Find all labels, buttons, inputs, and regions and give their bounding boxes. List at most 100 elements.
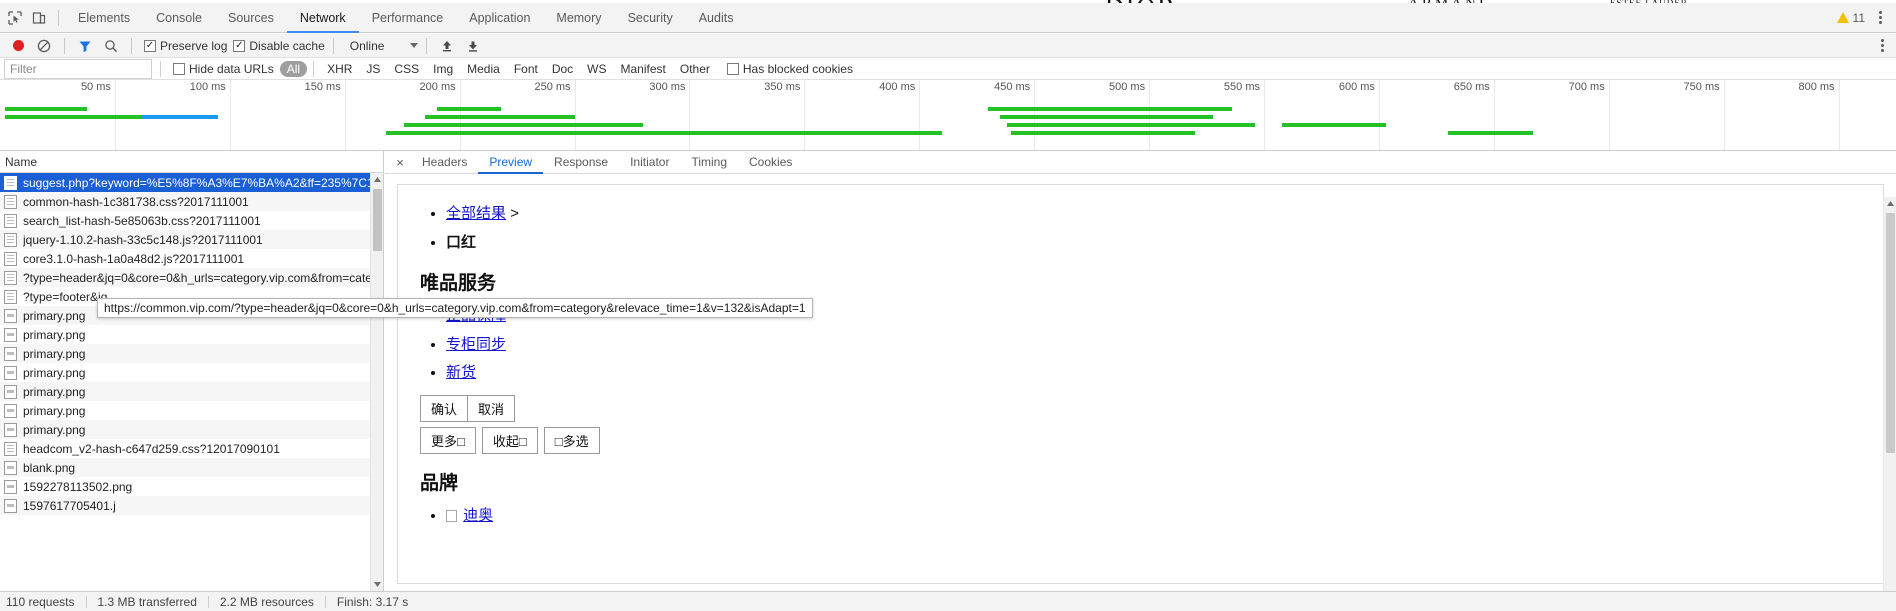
tab-application[interactable]: Application: [456, 3, 543, 33]
timeline-tick-label: 150 ms: [304, 81, 341, 93]
request-list-scrollbar[interactable]: [370, 173, 383, 591]
network-filter-bar: Hide data URLs All XHR JS CSS Img Media …: [0, 58, 1896, 80]
cancel-button[interactable]: 取消: [467, 394, 516, 422]
service-link-new-arrivals[interactable]: 新货: [446, 364, 476, 381]
preserve-log-checkbox[interactable]: Preserve log: [144, 39, 227, 53]
table-row[interactable]: 1597617705401.j: [0, 496, 383, 515]
request-list-header: Name: [0, 151, 383, 173]
kebab-menu-icon[interactable]: [1875, 9, 1886, 26]
detail-tab-headers[interactable]: Headers: [411, 151, 478, 174]
filter-chip-xhr[interactable]: XHR: [320, 61, 359, 77]
filter-chip-other[interactable]: Other: [673, 61, 717, 77]
waterfall-bar-waiting: [386, 131, 943, 135]
filter-chip-all[interactable]: All: [279, 60, 308, 77]
waterfall-bar: [4, 107, 88, 111]
scrollbar-thumb[interactable]: [1886, 213, 1895, 453]
filter-chip-font[interactable]: Font: [507, 61, 545, 77]
waterfall-bar: [4, 115, 219, 119]
more-button[interactable]: 更多□: [420, 426, 476, 454]
request-name: primary.png: [23, 365, 86, 380]
table-row[interactable]: primary.png: [0, 401, 383, 420]
status-transferred: 1.3 MB transferred: [97, 594, 197, 609]
export-har-icon[interactable]: [461, 35, 485, 57]
detail-tab-initiator[interactable]: Initiator: [619, 151, 680, 174]
tab-security[interactable]: Security: [615, 3, 686, 33]
timeline-tick-label: 350 ms: [764, 81, 801, 93]
more-collapse-multiselect-button-row: 更多□ 收起□ □多选: [420, 426, 1883, 454]
table-row[interactable]: common-hash-1c381738.css?2017111001: [0, 192, 383, 211]
service-link-counter-sync[interactable]: 专柜同步: [446, 336, 506, 353]
clear-icon[interactable]: [32, 35, 56, 57]
network-settings-kebab-icon[interactable]: [1877, 37, 1888, 54]
status-divider: [85, 595, 87, 608]
scroll-up-arrow-icon[interactable]: [371, 173, 383, 186]
request-list[interactable]: suggest.php?keyword=%E5%8F%A3%E7%BA%A2&f…: [0, 173, 383, 591]
hide-data-urls-checkbox[interactable]: Hide data URLs: [173, 62, 274, 76]
tab-sources[interactable]: Sources: [215, 3, 287, 33]
inspect-element-icon[interactable]: [6, 9, 24, 27]
waterfall-bar: [988, 107, 1232, 111]
confirm-button[interactable]: 确认: [420, 394, 469, 422]
preview-scrollbar[interactable]: [1883, 197, 1896, 591]
table-row[interactable]: 1592278113502.png: [0, 477, 383, 496]
confirm-cancel-button-row: 确认 取消: [420, 394, 1883, 422]
tab-audits[interactable]: Audits: [686, 3, 747, 33]
waterfall-bar: [1282, 123, 1386, 127]
search-icon[interactable]: [99, 35, 123, 57]
detail-tab-response[interactable]: Response: [543, 151, 619, 174]
stylesheet-icon: [4, 213, 17, 228]
table-row[interactable]: primary.png: [0, 420, 383, 439]
request-name: jquery-1.10.2-hash-33c5c148.js?201711100…: [23, 232, 263, 247]
tab-performance[interactable]: Performance: [359, 3, 457, 33]
devtools-tab-list: Elements Console Sources Network Perform…: [65, 3, 746, 33]
throttling-select[interactable]: Online: [350, 39, 419, 53]
table-row[interactable]: blank.png: [0, 458, 383, 477]
list-item: 专柜同步: [446, 334, 1883, 357]
filter-chip-js[interactable]: JS: [359, 61, 387, 77]
filter-chip-ws[interactable]: WS: [580, 61, 613, 77]
detail-tab-preview[interactable]: Preview: [478, 151, 544, 174]
filter-chip-manifest[interactable]: Manifest: [614, 61, 673, 77]
device-toolbar-icon[interactable]: [30, 9, 48, 27]
import-har-icon[interactable]: [435, 35, 459, 57]
detail-tab-cookies[interactable]: Cookies: [738, 151, 803, 174]
scroll-up-arrow-icon[interactable]: [1884, 197, 1896, 210]
waterfall-bar: [999, 115, 1214, 119]
network-overview-timeline[interactable]: 50 ms 100 ms 150 ms 200 ms 250 ms 300 ms 350 m…: [0, 80, 1896, 151]
table-row[interactable]: search_list-hash-5e85063b.css?2017111001: [0, 211, 383, 230]
table-row[interactable]: jquery-1.10.2-hash-33c5c148.js?201711100…: [0, 230, 383, 249]
table-row[interactable]: primary.png: [0, 363, 383, 382]
collapse-button[interactable]: 收起□: [481, 426, 538, 454]
table-row[interactable]: primary.png: [0, 344, 383, 363]
tab-network[interactable]: Network: [286, 3, 359, 33]
tab-elements[interactable]: Elements: [65, 3, 143, 33]
request-name: primary.png: [23, 327, 86, 342]
table-row[interactable]: ?type=header&jq=0&core=0&h_urls=category…: [0, 268, 383, 287]
detail-tab-timing[interactable]: Timing: [680, 151, 738, 174]
close-icon[interactable]: ×: [389, 151, 411, 173]
disable-cache-checkbox[interactable]: Disable cache: [233, 39, 325, 53]
tab-memory[interactable]: Memory: [543, 3, 614, 33]
filter-chip-css[interactable]: CSS: [387, 61, 426, 77]
filter-chip-doc[interactable]: Doc: [545, 61, 580, 77]
record-icon[interactable]: [6, 35, 30, 57]
has-blocked-cookies-checkbox[interactable]: Has blocked cookies: [726, 62, 853, 76]
table-row[interactable]: core3.1.0-hash-1a0a48d2.js?2017111001: [0, 249, 383, 268]
table-row[interactable]: primary.png: [0, 325, 383, 344]
breadcrumb-link-all[interactable]: 全部结果: [446, 205, 506, 222]
scrollbar-thumb[interactable]: [373, 189, 382, 251]
tab-console[interactable]: Console: [143, 3, 215, 33]
filter-input[interactable]: [4, 58, 152, 79]
filter-funnel-icon[interactable]: [73, 35, 97, 57]
waterfall-bar: [425, 115, 575, 119]
table-row[interactable]: primary.png: [0, 382, 383, 401]
filter-chip-img[interactable]: Img: [426, 61, 460, 77]
table-row[interactable]: headcom_v2-hash-c647d259.css?12017090101: [0, 439, 383, 458]
filter-chip-media[interactable]: Media: [460, 61, 507, 77]
warning-count-badge[interactable]: 11: [1836, 11, 1865, 25]
brand-link-dior[interactable]: 迪奥: [463, 507, 493, 524]
scroll-down-arrow-icon[interactable]: [371, 578, 383, 591]
table-row[interactable]: suggest.php?keyword=%E5%8F%A3%E7%BA%A2&f…: [0, 173, 383, 192]
multiselect-button[interactable]: □多选: [543, 426, 600, 454]
timeline-tick-label: 50 ms: [80, 81, 111, 93]
